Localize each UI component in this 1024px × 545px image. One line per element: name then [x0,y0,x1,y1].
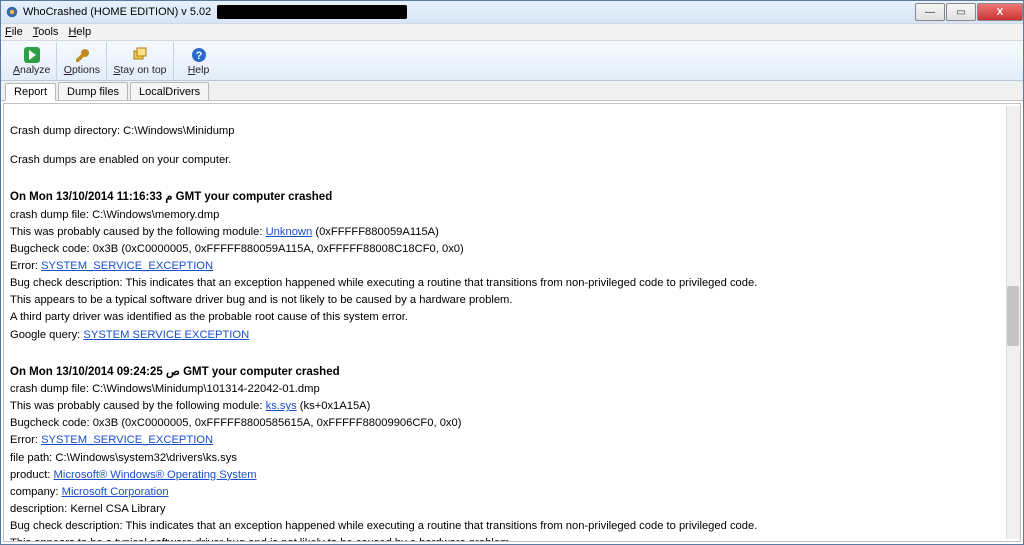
crash2-bugcheck: Bugcheck code: 0x3B (0xC0000005, 0xFFFFF… [10,416,1016,431]
crash1-header: On Mon 13/10/2014 11:16:33 م GMT your co… [10,190,1016,206]
crash1-appears: This appears to be a typical software dr… [10,293,1016,308]
stayontop-label: tay on top [120,64,166,76]
analyze-button[interactable]: Analyze [7,42,57,80]
app-icon [5,5,19,19]
crash2-filepath: C:\Windows\system32\drivers\ks.sys [55,452,237,464]
crash1-bugcheck: Bugcheck code: 0x3B (0xC0000005, 0xFFFFF… [10,242,1016,257]
dumpdir-label: Crash dump directory: [10,125,120,137]
crash1-module-link[interactable]: Unknown [266,226,313,238]
crash1-google-link[interactable]: SYSTEM SERVICE EXCEPTION [83,329,249,341]
stayontop-button[interactable]: Stay on top [107,42,173,80]
crash1-dumpfile: C:\Windows\memory.dmp [92,209,219,221]
scrollbar-thumb[interactable] [1007,286,1019,346]
scrollbar-track[interactable] [1006,106,1020,539]
options-label: ptions [72,64,100,76]
crash2-company-link[interactable]: Microsoft Corporation [62,486,169,498]
window-buttons: — ▭ X [914,3,1023,21]
window-title: WhoCrashed (HOME EDITION) v 5.02 [23,6,211,18]
crash2-dumpfile: C:\Windows\Minidump\101314-22042-01.dmp [92,383,320,395]
crash1-third: A third party driver was identified as t… [10,310,1016,325]
dumps-enabled-text: Crash dumps are enabled on your computer… [10,153,1016,168]
app-window: WhoCrashed (HOME EDITION) v 5.02 — ▭ X F… [0,0,1024,545]
redacted-area [217,5,407,19]
wrench-icon [73,46,91,64]
crash2-product-link[interactable]: Microsoft® Windows® Operating System [54,469,257,481]
dumpdir-value: C:\Windows\Minidump [123,125,234,137]
crash1-desc: Bug check description: This indicates th… [10,276,1016,291]
close-button[interactable]: X [977,3,1023,21]
tab-dumpfiles[interactable]: Dump files [58,82,128,100]
report-content[interactable]: Crash dump directory: C:\Windows\Minidum… [3,103,1021,542]
windows-stack-icon [131,46,149,64]
maximize-button[interactable]: ▭ [946,3,976,21]
crash2-error-link[interactable]: SYSTEM_SERVICE_EXCEPTION [41,434,213,446]
tab-report[interactable]: Report [5,83,56,101]
minimize-button[interactable]: — [915,3,945,21]
menubar: File Tools Help [1,23,1023,41]
options-button[interactable]: Options [57,42,107,80]
help-button[interactable]: ? Help [174,42,224,80]
arrow-right-icon [23,46,41,64]
crash2-header: On Mon 13/10/2014 09:24:25 ص GMT your co… [10,365,1016,381]
help-label: elp [195,64,209,76]
toolbar: Analyze Options Stay on top ? Help [1,41,1023,81]
menu-file[interactable]: File [5,26,23,38]
menu-help[interactable]: Help [68,26,91,38]
tabstrip: Report Dump files Local Drivers [1,81,1023,101]
help-icon: ? [190,46,208,64]
crash1-error-link[interactable]: SYSTEM_SERVICE_EXCEPTION [41,260,213,272]
crash2-module-link[interactable]: ks.sys [266,400,297,412]
titlebar: WhoCrashed (HOME EDITION) v 5.02 — ▭ X [1,1,1023,23]
svg-text:?: ? [195,50,202,62]
tab-localdrivers[interactable]: Local Drivers [130,82,209,100]
crash2-appears: This appears to be a typical software dr… [10,536,1016,542]
crash2-description: Kernel CSA Library [70,503,165,515]
crash2-bugdesc: Bug check description: This indicates th… [10,519,1016,534]
menu-tools[interactable]: Tools [33,26,59,38]
analyze-label: nalyze [20,64,50,76]
